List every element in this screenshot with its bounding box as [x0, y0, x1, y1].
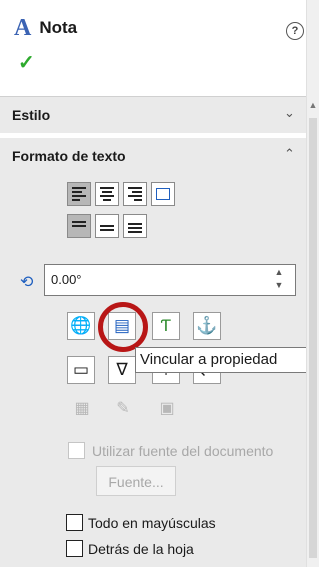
align-top-button[interactable]: [67, 214, 91, 238]
angle-spinner[interactable]: ▲ ▼: [270, 266, 288, 294]
spin-up-icon[interactable]: ▲: [270, 266, 288, 279]
globe-link-icon: 🌐: [70, 316, 92, 335]
align-top-icon: [72, 221, 86, 231]
block-disabled-icon: ▣: [159, 400, 175, 417]
align-left-button[interactable]: [67, 182, 91, 206]
tooltip: Vincular a propiedad: [135, 347, 310, 373]
justify-icon: [156, 188, 170, 200]
behind-sheet-label: Detrás de la hoja: [88, 541, 194, 557]
anchor-button[interactable]: ⚓: [193, 312, 221, 340]
highlight-ring: [98, 302, 148, 352]
scroll-up-icon[interactable]: ▲: [308, 100, 318, 110]
all-caps-label: Todo en mayúsculas: [88, 515, 216, 531]
align-middle-button[interactable]: [95, 214, 119, 238]
align-center-button[interactable]: [95, 182, 119, 206]
spin-down-icon[interactable]: ▼: [270, 279, 288, 292]
note-property-panel: A Nota ? ✓ Estilo ⌄ Formato de texto ⌃ ⟲…: [0, 0, 310, 567]
insert-field-button[interactable]: Ƭ: [152, 312, 180, 340]
frame-icon: ▭: [72, 360, 90, 379]
align-left-icon: [72, 187, 86, 201]
section-estilo-label: Estilo: [12, 107, 51, 123]
angle-input[interactable]: 0.00°: [44, 264, 296, 296]
help-icon[interactable]: ?: [286, 22, 304, 40]
frame-button[interactable]: ▭: [67, 356, 95, 384]
anchor-icon: ⚓: [196, 316, 218, 335]
section-formato-label: Formato de texto: [12, 148, 126, 164]
align-bottom-icon: [128, 219, 142, 233]
note-icon: A: [14, 14, 32, 41]
insert-field-icon: Ƭ: [160, 316, 172, 335]
symbol-button[interactable]: ∇: [108, 356, 136, 384]
panel-scrollbar[interactable]: ▲: [306, 0, 319, 567]
all-caps-checkbox[interactable]: [66, 514, 83, 531]
font-button[interactable]: Fuente...: [96, 466, 176, 496]
symbol-icon: ∇: [116, 360, 128, 379]
align-right-button[interactable]: [123, 182, 147, 206]
behind-sheet-checkbox[interactable]: [66, 540, 83, 557]
align-center-icon: [100, 187, 114, 201]
ok-button[interactable]: ✓: [18, 50, 35, 75]
align-right-icon: [128, 187, 142, 201]
doc-font-checkbox[interactable]: [68, 442, 85, 459]
scroll-thumb[interactable]: [309, 118, 317, 558]
align-middle-icon: [100, 221, 114, 231]
angle-icon: ⟲: [20, 274, 34, 291]
panel-title: Nota: [39, 18, 78, 37]
section-estilo-header[interactable]: Estilo ⌄: [0, 96, 306, 133]
doc-font-label: Utilizar fuente del documento: [92, 443, 274, 459]
justify-button[interactable]: [151, 182, 175, 206]
align-bottom-button[interactable]: [123, 214, 147, 238]
chevron-down-icon: ⌄: [284, 105, 295, 120]
table-disabled-icon: ▦: [74, 400, 90, 417]
panel-header: A Nota: [14, 14, 77, 42]
section-formato-header[interactable]: Formato de texto ⌃: [0, 138, 306, 174]
chevron-up-icon: ⌃: [284, 146, 295, 161]
edit-disabled-icon: ✎: [116, 400, 130, 417]
hyperlink-button[interactable]: 🌐: [67, 312, 95, 340]
